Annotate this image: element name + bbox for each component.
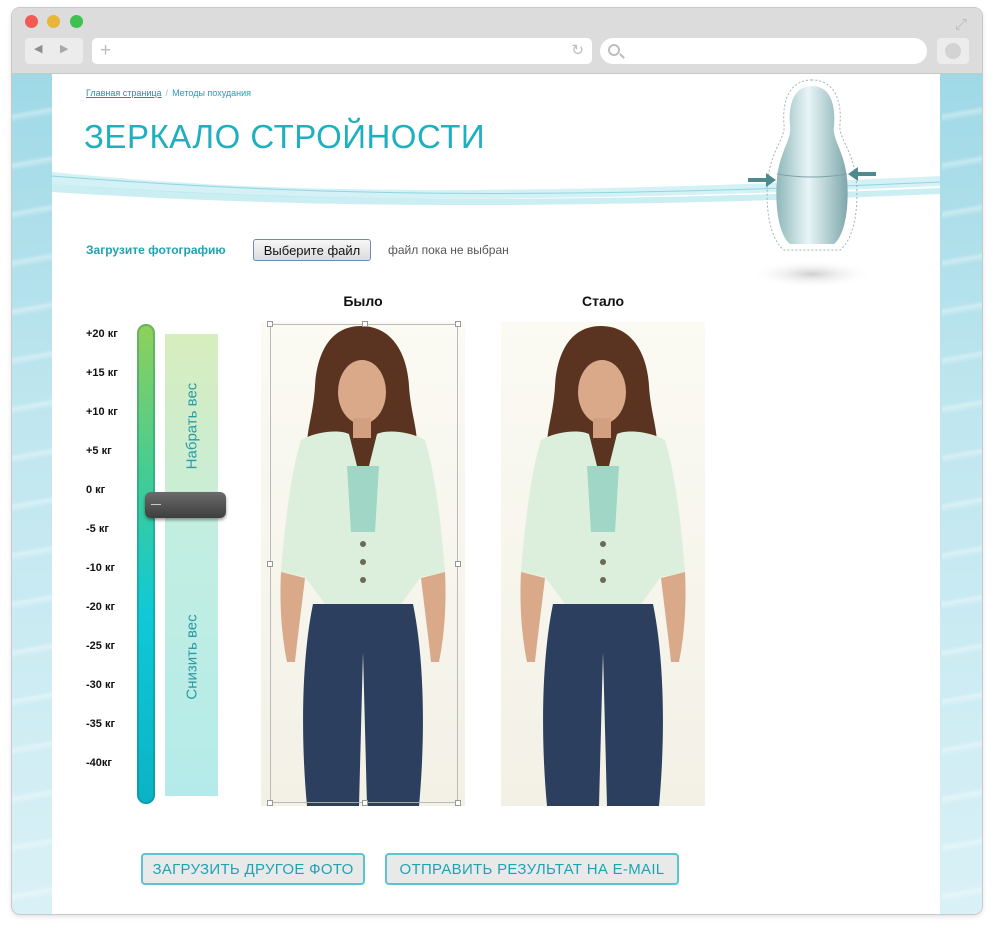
file-status-text: файл пока не выбран [388,243,509,257]
scale-label: -40кг [86,757,112,769]
gain-weight-label: Набрать вес [183,382,200,470]
content-page: Главная страница / Методы похудания ЗЕРКАЛ… [52,74,940,914]
browser-search-input[interactable] [600,38,927,64]
fullscreen-icon[interactable]: ⤢ [952,16,970,34]
scale-label: -20 кг [86,601,116,613]
breadcrumb-current[interactable]: Методы похудания [172,88,251,98]
weight-slider-handle[interactable] [145,492,226,518]
new-tab-icon[interactable]: + [100,40,111,62]
reload-icon[interactable]: ↻ [571,41,584,59]
back-arrow-icon[interactable]: ◀ [34,42,42,55]
gain-weight-zone: Набрать вес [165,334,218,518]
after-photo [501,322,705,806]
scale-label: +15 кг [86,367,118,379]
scale-label: 0 кг [86,484,106,496]
person-figure-after [520,326,686,806]
browser-chrome: ⤢ ◀ ▶ + ↻ [12,8,982,74]
scale-label: -25 кг [86,640,116,652]
scale-label: +20 кг [86,328,118,340]
scale-label: -10 кг [86,562,116,574]
browser-window: ⤢ ◀ ▶ + ↻ Главная страница / Методы похуда… [12,8,982,914]
breadcrumb-separator: / [165,88,169,98]
choose-file-button[interactable]: Выберите файл [253,239,371,261]
forward-arrow-icon[interactable]: ▶ [60,42,68,55]
before-column-title: Было [343,293,383,309]
page-title: ЗЕРКАЛО СТРОЙНОСТИ [84,118,486,155]
extension-button[interactable] [937,38,969,64]
send-result-email-button[interactable]: ОТПРАВИТЬ РЕЗУЛЬТАТ НА E-MAIL [385,853,679,885]
upload-label: Загрузите фотографию [86,243,226,257]
crop-handle-top-right[interactable] [455,321,461,327]
lose-weight-label: Снизить вес [183,614,200,700]
matryoshka-logo [748,79,876,288]
crop-handle-bottom-left[interactable] [267,800,273,806]
crop-handle-top-left[interactable] [267,321,273,327]
scale-label: +5 кг [86,445,112,457]
background-wave-right [942,74,982,914]
extension-icon [945,43,961,59]
crop-frame[interactable] [267,321,461,806]
crop-handle-top[interactable] [362,321,368,327]
crop-handle-left[interactable] [267,561,273,567]
minimize-window-icon[interactable] [47,15,60,28]
crop-handle-bottom-right[interactable] [455,800,461,806]
scale-label: +10 кг [86,406,118,418]
address-bar[interactable]: + ↻ [92,38,592,64]
crop-handle-right[interactable] [455,561,461,567]
background-wave-left [12,74,52,914]
breadcrumb-home-link[interactable]: Главная страница [86,88,162,98]
crop-handle-bottom[interactable] [362,800,368,806]
page-viewport: Главная страница / Методы похудания ЗЕРКАЛ… [12,74,982,914]
close-window-icon[interactable] [25,15,38,28]
search-icon [608,44,620,56]
scale-label: -5 кг [86,523,109,535]
grip-icon [151,504,161,505]
after-column-title: Стало [581,293,624,309]
weight-slider-track[interactable] [137,324,155,804]
history-nav: ◀ ▶ [25,38,83,64]
lose-weight-zone: Снизить вес [165,518,218,796]
scale-label: -30 кг [86,679,116,691]
upload-another-photo-button[interactable]: ЗАГРУЗИТЬ ДРУГОЕ ФОТО [141,853,365,885]
breadcrumb: Главная страница / Методы похудания [86,88,251,98]
maximize-window-icon[interactable] [70,15,83,28]
scale-label: -35 кг [86,718,116,730]
